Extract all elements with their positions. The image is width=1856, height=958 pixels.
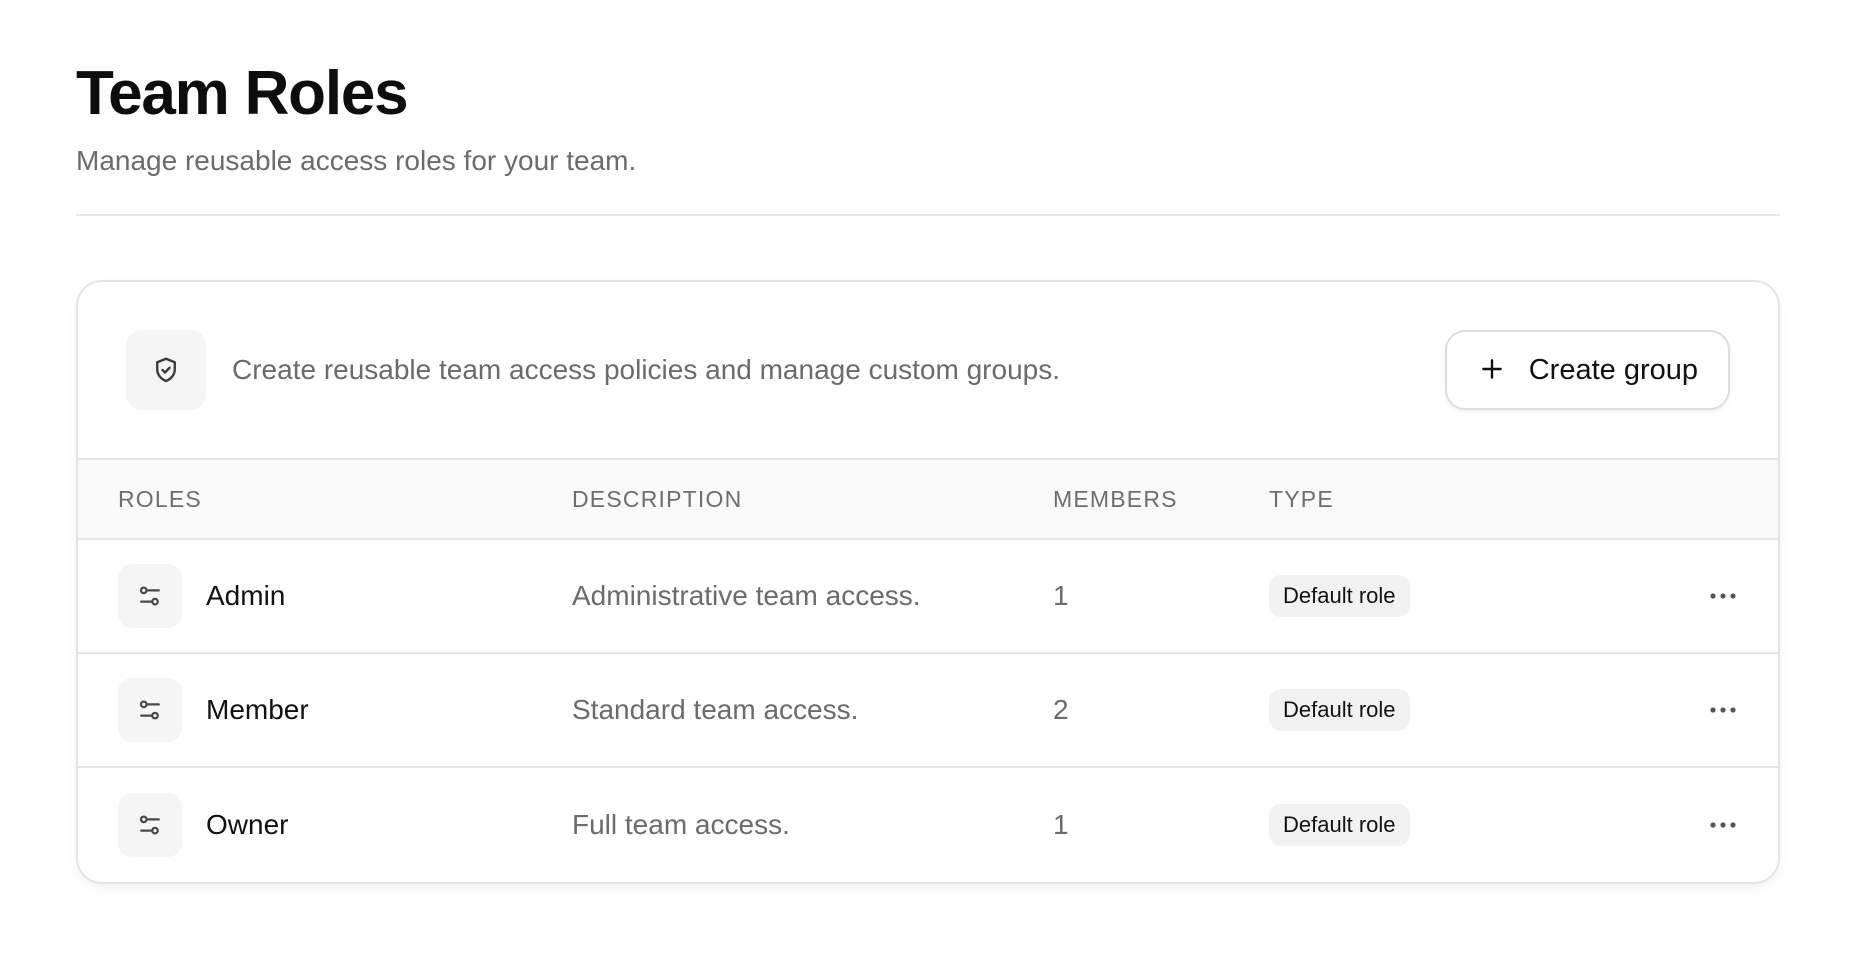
- table-row-admin[interactable]: Admin Administrative team access. 1 Defa…: [78, 540, 1778, 654]
- sliders-icon: [118, 564, 182, 628]
- role-type-cell: Default role: [1269, 575, 1668, 617]
- sliders-icon: [118, 678, 182, 742]
- more-horizontal-icon[interactable]: [1699, 576, 1747, 616]
- column-header-roles: ROLES: [118, 485, 202, 512]
- more-horizontal-icon[interactable]: [1699, 690, 1747, 730]
- role-type-cell: Default role: [1269, 804, 1668, 846]
- role-name: Owner: [206, 809, 289, 840]
- role-cell: Owner: [78, 793, 572, 857]
- page-header: Team Roles Manage reusable access roles …: [76, 0, 1780, 178]
- role-members-count: 1: [1053, 580, 1069, 611]
- role-type-badge: Default role: [1269, 804, 1410, 846]
- column-header-members: MEMBERS: [1053, 485, 1178, 512]
- role-type-badge: Default role: [1269, 689, 1410, 731]
- page-title: Team Roles: [76, 59, 409, 128]
- column-header-type: TYPE: [1269, 485, 1334, 512]
- role-cell: Member: [78, 678, 572, 742]
- table-header: ROLES DESCRIPTION MEMBERS TYPE: [78, 460, 1778, 540]
- card-intro-text: Create reusable team access policies and…: [232, 354, 1060, 385]
- page-subtitle: Manage reusable access roles for your te…: [76, 145, 637, 176]
- create-group-button[interactable]: Create group: [1444, 330, 1730, 410]
- table-row-member[interactable]: Member Standard team access. 2 Default r…: [78, 654, 1778, 768]
- row-actions: [1668, 576, 1778, 616]
- role-type-cell: Default role: [1269, 689, 1668, 731]
- row-actions: [1668, 805, 1778, 845]
- card-intro: Create reusable team access policies and…: [78, 282, 1778, 460]
- row-actions: [1668, 690, 1778, 730]
- role-cell: Admin: [78, 564, 572, 628]
- role-name: Member: [206, 694, 309, 725]
- role-members-count: 2: [1053, 694, 1069, 725]
- roles-card: Create reusable team access policies and…: [76, 280, 1780, 884]
- plus-icon: [1479, 356, 1505, 385]
- create-group-label: Create group: [1528, 353, 1698, 386]
- role-description: Standard team access.: [572, 694, 859, 725]
- role-description: Administrative team access.: [572, 580, 921, 611]
- header-divider: [76, 214, 1780, 216]
- more-horizontal-icon[interactable]: [1699, 805, 1747, 845]
- role-type-badge: Default role: [1269, 575, 1410, 617]
- role-name: Admin: [206, 580, 286, 611]
- shield-check-icon: [126, 330, 206, 410]
- role-members-count: 1: [1053, 809, 1069, 840]
- team-roles-page: Team Roles Manage reusable access roles …: [0, 0, 1856, 958]
- role-description: Full team access.: [572, 809, 790, 840]
- sliders-icon: [118, 793, 182, 857]
- table-row-owner[interactable]: Owner Full team access. 1 Default role: [78, 768, 1778, 882]
- column-header-description: DESCRIPTION: [572, 485, 743, 512]
